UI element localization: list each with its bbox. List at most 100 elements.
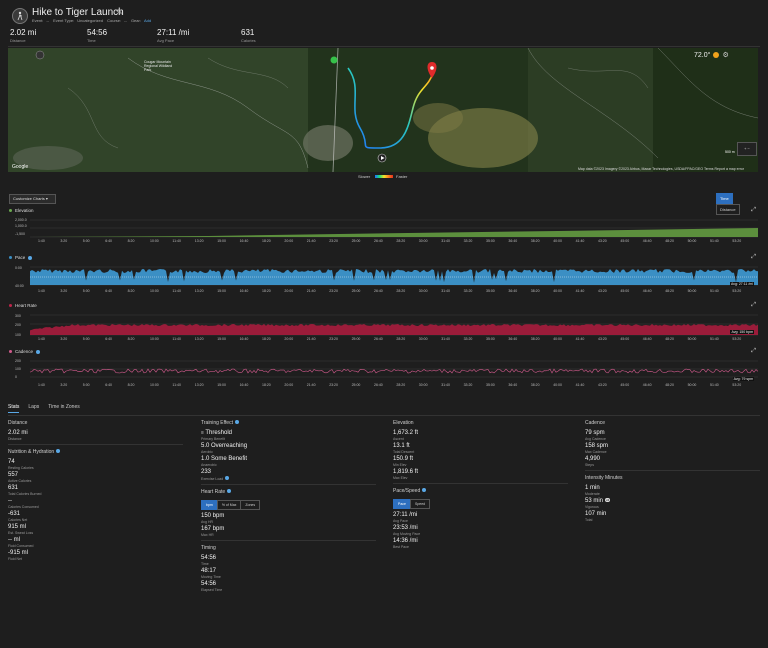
info-icon[interactable]: [225, 476, 230, 480]
x-tick: 20:00: [284, 337, 294, 341]
y-tick: 40:00: [15, 284, 24, 288]
x-tick: 40:00: [553, 289, 562, 293]
section-intensity-title: Intensity Minutes: [585, 475, 623, 481]
expand-icon[interactable]: ⤢: [751, 254, 756, 261]
hr-zones-button[interactable]: Zones: [240, 500, 261, 510]
x-tick: 3:20: [60, 239, 68, 243]
stat-avg-pace: 27:11 /mi Avg Pace: [393, 512, 573, 523]
stats-tabs: Stats Laps Time in Zones: [8, 404, 89, 414]
x-tick: 46:40: [642, 337, 652, 341]
section-cadence-title: Cadence: [585, 420, 606, 426]
stat-avg-moving-pace: 23:53 /mi Avg Moving Pace: [393, 525, 573, 536]
sun-icon: [713, 52, 720, 58]
speed-button[interactable]: Speed: [409, 499, 431, 509]
info-icon[interactable]: [56, 449, 61, 453]
y-tick: 0: [15, 375, 17, 379]
stat-value: ≡ Threshold: [201, 430, 381, 436]
x-tick: 6:40: [105, 239, 112, 243]
x-tick: 6:40: [105, 289, 112, 293]
stat-value: --: [8, 498, 12, 504]
stat-nutrition-item: 915 ml Est. Sweat Loss: [8, 524, 188, 535]
nutrition-title: Nutrition & Hydration: [8, 449, 55, 455]
map-attribution[interactable]: Map data ©2023 Imagery ©2023 Airbus, Max…: [578, 167, 744, 171]
start-marker[interactable]: [330, 56, 338, 64]
customize-charts-button[interactable]: Customize Charts ▾: [9, 194, 56, 204]
stat-min-elev: 150.9 ft Min Elev: [393, 456, 573, 467]
tab-stats[interactable]: Stats: [8, 404, 20, 413]
map-scale: 500 m: [725, 150, 735, 154]
hr-pct-max-button[interactable]: % of Max: [216, 500, 242, 510]
x-tick: 13:20: [194, 289, 204, 293]
activity-title[interactable]: Hike to Tiger Launch: [32, 7, 124, 18]
x-tick: 25:00: [351, 337, 361, 341]
tab-laps[interactable]: Laps: [28, 404, 39, 410]
x-tick: 48:20: [665, 289, 674, 293]
x-tick: 35:00: [486, 289, 495, 293]
activity-page: Hike to Tiger Launch ✎ Event: -- Event Ty…: [0, 0, 768, 648]
route-map[interactable]: Cougar Mountain Regional Wildland Park: [8, 48, 758, 172]
stats-column-training-hr-timing: Training Effect ≡ Threshold Primary Benef…: [201, 420, 381, 592]
hr-bpm-button[interactable]: bpm: [201, 500, 218, 510]
x-tick: 33:20: [463, 337, 473, 341]
stat-value: 150.9 ft: [393, 456, 414, 462]
x-tick: 30:00: [418, 383, 428, 387]
stat-label: Moving Time: [201, 575, 221, 579]
stat-value: 158 spm: [585, 443, 609, 449]
x-tick: 45:00: [620, 289, 630, 293]
stat-max-elev: 1,819.6 ft Max Elev: [393, 469, 573, 480]
stat-value: 5.0 Overreaching: [201, 443, 248, 449]
x-tick: 3:20: [60, 383, 68, 387]
toggle-time[interactable]: Time: [716, 193, 733, 204]
stat-value: 150 bpm: [201, 513, 225, 519]
course-value[interactable]: --: [124, 18, 127, 23]
tab-time-in-zones[interactable]: Time in Zones: [48, 404, 80, 410]
edit-pencil-icon[interactable]: ✎: [116, 8, 123, 17]
info-icon[interactable]: [36, 350, 41, 354]
stat-label: Resting Calories: [8, 466, 34, 470]
stats-column-elevation-pace: Elevation 1,673.2 ft Ascent 13.1 ft Total …: [393, 420, 573, 549]
info-icon[interactable]: [422, 488, 427, 492]
x-tick: 13:20: [194, 383, 204, 387]
x-tick: 13:20: [194, 239, 204, 243]
x-tick: 28:20: [396, 289, 406, 293]
time-distance-toggle[interactable]: TimeDistance: [716, 193, 756, 215]
x-tick: 45:00: [620, 383, 630, 387]
pace-button[interactable]: Pace: [393, 499, 411, 509]
elevation-title: Elevation: [15, 208, 34, 213]
info-icon[interactable]: [234, 420, 239, 424]
stats-column-cadence-intensity: Cadence 79 spm Avg Cadence 158 spm Max Cad…: [585, 420, 765, 522]
stat-value: 631: [8, 485, 19, 491]
stat-label: Anaerobic: [201, 463, 217, 467]
divider: [8, 444, 183, 445]
heart-rate-chart: Heart Rate ⤢ 300 200 100 Avg: 150 bpm 1:…: [8, 302, 758, 345]
gear-icon[interactable]: ⚙: [722, 52, 728, 59]
stat-label: Calories Consumed: [8, 505, 39, 509]
add-gear-link[interactable]: Add: [144, 18, 151, 23]
pace-speed-toggle: Pace Speed: [393, 499, 573, 509]
section-pace-title: Pace/Speed: [393, 488, 573, 496]
stat-nutrition-item: -- Calories Consumed: [8, 498, 188, 509]
event-value[interactable]: --: [46, 18, 49, 23]
event-type-value[interactable]: Uncategorized: [77, 18, 103, 23]
heart-rate-dot-icon: [9, 304, 12, 307]
x-tick: 30:00: [418, 289, 428, 293]
expand-icon[interactable]: ⤢: [751, 302, 756, 309]
section-elevation-title: Elevation: [393, 420, 414, 426]
x-tick: 31:40: [441, 289, 450, 293]
stat-total-descent: 13.1 ft Total Descent: [393, 443, 573, 454]
x-tick: 6:40: [105, 337, 112, 341]
x-tick: 33:20: [463, 289, 473, 293]
x-tick: 11:40: [172, 337, 181, 341]
info-icon[interactable]: [28, 256, 33, 260]
x-tick: 16:40: [239, 239, 249, 243]
chart-title: Heart Rate: [9, 303, 37, 308]
stat-label: Steps: [585, 463, 594, 467]
info-icon[interactable]: [227, 489, 232, 493]
stat-label: Time: [201, 562, 209, 566]
x-tick: 46:40: [642, 239, 652, 243]
x-tick: 40:00: [553, 337, 562, 341]
x-tick: 28:20: [396, 383, 406, 387]
map-zoom-control[interactable]: + −: [737, 142, 757, 156]
expand-icon[interactable]: ⤢: [751, 348, 756, 355]
expand-icon[interactable]: ⤢: [751, 207, 756, 214]
